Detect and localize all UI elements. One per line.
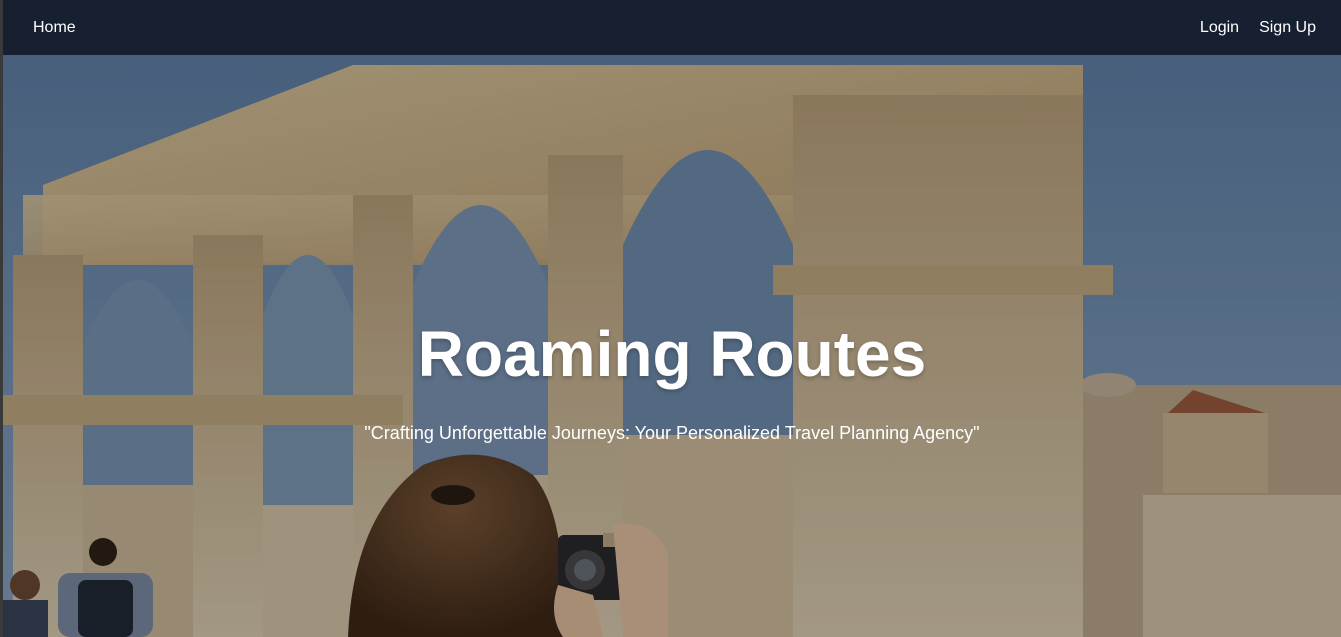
- nav-signup-link[interactable]: Sign Up: [1259, 19, 1316, 37]
- hero-tagline: "Crafting Unforgettable Journeys: Your P…: [364, 423, 980, 443]
- top-navbar: Home Login Sign Up: [3, 0, 1341, 55]
- nav-home-link[interactable]: Home: [33, 19, 76, 37]
- nav-login-link[interactable]: Login: [1200, 19, 1239, 37]
- hero-section: Roaming Routes "Crafting Unforgettable J…: [3, 55, 1341, 637]
- nav-auth-links: Login Sign Up: [1200, 19, 1316, 37]
- page-frame: Home Login Sign Up Roaming Routes "Craft…: [3, 0, 1341, 637]
- hero-title: Roaming Routes: [417, 318, 927, 390]
